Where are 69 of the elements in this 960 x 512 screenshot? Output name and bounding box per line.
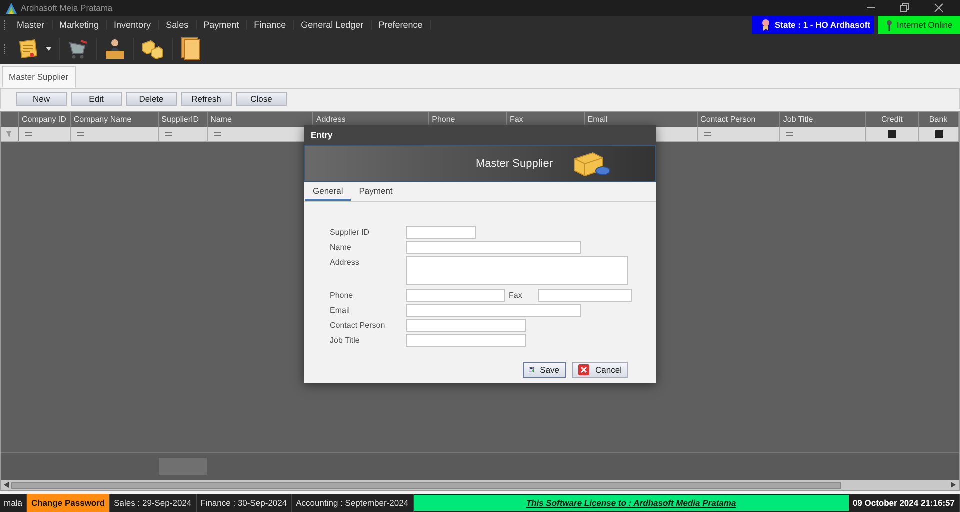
equals-icon[interactable] <box>24 132 32 136</box>
dialog-header: Master Supplier <box>476 158 553 170</box>
scroll-left-icon[interactable] <box>4 482 9 488</box>
menu-item[interactable]: Inventory <box>107 20 160 30</box>
toolbar-button[interactable]: Refresh <box>181 92 232 106</box>
menu-item[interactable]: Preference <box>372 20 431 30</box>
state-label: State : 1 - HO Ardhasoft <box>775 20 871 30</box>
menu-item[interactable]: General Ledger <box>294 20 372 30</box>
input-field[interactable] <box>406 304 581 317</box>
field-label: Name <box>330 242 352 252</box>
cart-icon[interactable] <box>67 38 89 60</box>
equals-icon[interactable] <box>786 132 794 136</box>
field-label: Address <box>330 257 360 267</box>
toolbar-button[interactable]: New <box>16 92 67 106</box>
document-tab[interactable]: Master Supplier <box>2 66 76 88</box>
input-field[interactable] <box>406 289 505 302</box>
date-time: 09 October 2024 21:16:57 <box>848 494 960 512</box>
input-field[interactable] <box>406 226 476 239</box>
notepad-icon[interactable] <box>17 38 39 60</box>
equals-icon[interactable] <box>164 132 172 136</box>
filter-checkbox[interactable] <box>888 130 896 138</box>
field-label: Contact Person <box>330 320 386 330</box>
field-label: Phone <box>330 290 354 300</box>
sales-period: Sales : 29-Sep-2024 <box>110 494 197 512</box>
toolbar-button[interactable]: Edit <box>71 92 122 106</box>
equals-icon[interactable] <box>76 132 84 136</box>
antenna-icon <box>886 20 893 30</box>
caret-icon[interactable] <box>46 47 52 51</box>
box-icon <box>573 150 611 176</box>
horizontal-scrollbar[interactable] <box>1 480 959 490</box>
scroll-right-icon[interactable] <box>951 482 956 488</box>
menu-item[interactable]: Sales <box>159 20 197 30</box>
menu-item[interactable]: Payment <box>196 20 248 30</box>
cancel-icon <box>578 364 590 376</box>
license-text: This Software License to : Ardhasoft Media Pratama <box>414 495 849 511</box>
finance-period: Finance : 30-Sep-2024 <box>196 494 292 512</box>
dialog-title: Entry <box>304 125 656 145</box>
input-field[interactable] <box>538 289 632 302</box>
close-icon[interactable] <box>934 3 944 13</box>
boxes-icon[interactable] <box>141 38 165 60</box>
field-label: Email <box>330 305 352 315</box>
logo-icon <box>6 2 17 14</box>
internet-label: Internet Online <box>897 20 953 30</box>
toolbar-button[interactable]: Delete <box>126 92 177 106</box>
change-password-link[interactable]: Change Password <box>27 494 110 512</box>
menu-item[interactable]: Master <box>10 20 53 30</box>
input-field[interactable] <box>406 334 526 347</box>
equals-icon[interactable] <box>214 132 221 136</box>
field-label: Job Title <box>330 335 361 345</box>
cancel-button[interactable]: Cancel <box>572 362 628 378</box>
menu-item[interactable]: Marketing <box>52 20 108 30</box>
desk-person-icon[interactable] <box>104 38 126 60</box>
input-field[interactable] <box>406 256 628 285</box>
award-icon <box>762 19 770 31</box>
dialog-tab[interactable]: Payment <box>351 183 401 201</box>
input-field[interactable] <box>406 319 526 332</box>
filter-checkbox[interactable] <box>934 130 943 138</box>
restore-icon[interactable] <box>900 3 910 13</box>
input-field[interactable] <box>406 241 581 254</box>
window-title: Ardhasoft Meia Pratama <box>21 3 113 13</box>
filter-icon[interactable] <box>6 131 12 137</box>
toolbar-button[interactable]: Close <box>236 92 287 106</box>
menu-item[interactable]: Finance <box>247 20 294 30</box>
equals-icon[interactable] <box>704 132 711 136</box>
save-button[interactable]: Save <box>522 362 566 378</box>
folders-icon[interactable] <box>180 37 202 61</box>
field-label: Fax <box>509 290 524 300</box>
dialog-tab[interactable]: General <box>305 183 352 201</box>
field-label: Supplier ID <box>330 227 371 237</box>
